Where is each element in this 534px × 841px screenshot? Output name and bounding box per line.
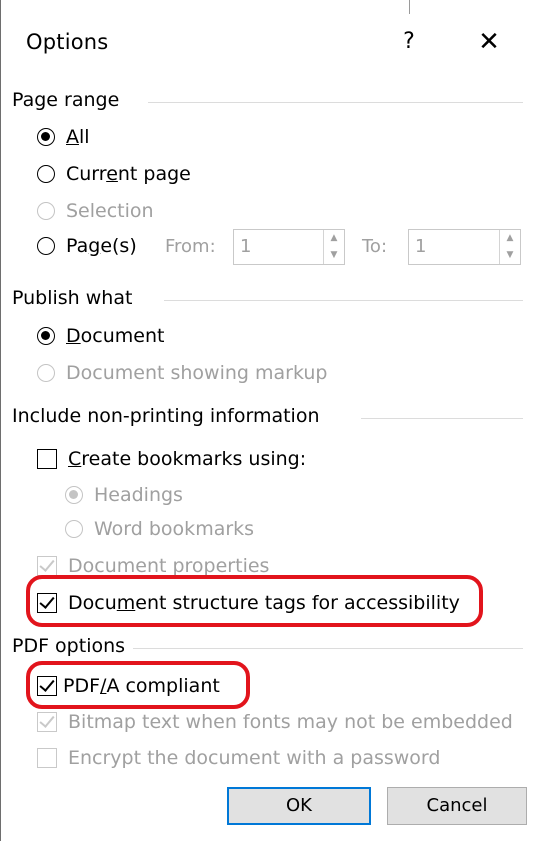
non-printing-divider (361, 418, 523, 419)
radio-document-label: Document (66, 325, 165, 347)
radio-document[interactable]: Document (37, 325, 164, 347)
checkbox-bitmap-text-box[interactable] (37, 712, 57, 732)
radio-document-markup-indicator[interactable] (37, 364, 55, 382)
help-button[interactable]: ? (394, 22, 424, 62)
radio-current-page-label: Current page (66, 163, 191, 185)
from-spinner[interactable]: 1 ▲ ▼ (233, 229, 345, 265)
options-dialog: Options ? ✕ Page range All Current page … (0, 0, 534, 841)
radio-all-label: All (66, 126, 90, 148)
page-range-header: Page range (12, 89, 120, 111)
radio-selection[interactable]: Selection (37, 200, 154, 222)
checkbox-structure-tags-label: Document structure tags for accessibilit… (68, 592, 460, 614)
checkbox-pdfa-label: PDF/A compliant (63, 675, 220, 697)
to-spinner[interactable]: 1 ▲ ▼ (408, 229, 521, 265)
pdf-options-header: PDF options (12, 635, 126, 657)
checkbox-create-bookmarks-label: Create bookmarks using: (68, 448, 307, 470)
radio-document-markup[interactable]: Document showing markup (37, 362, 327, 384)
radio-document-indicator[interactable] (37, 327, 55, 345)
checkbox-encrypt-label: Encrypt the document with a password (68, 747, 441, 769)
pdf-options-divider (133, 648, 523, 649)
to-label: To: (362, 236, 388, 257)
radio-all-indicator[interactable] (37, 128, 55, 146)
publish-what-divider (164, 300, 523, 301)
spin-up-icon[interactable]: ▲ (507, 234, 514, 243)
checkbox-document-properties-label: Document properties (68, 555, 270, 577)
radio-current-page[interactable]: Current page (37, 163, 191, 185)
radio-current-page-indicator[interactable] (37, 165, 55, 183)
checkbox-encrypt[interactable]: Encrypt the document with a password (37, 747, 440, 769)
from-label: From: (165, 236, 216, 257)
to-spinner-arrows[interactable]: ▲ ▼ (499, 230, 520, 264)
radio-pages-indicator[interactable] (37, 237, 55, 255)
checkbox-bitmap-text-label: Bitmap text when fonts may not be embedd… (68, 711, 513, 733)
radio-word-bookmarks[interactable]: Word bookmarks (65, 518, 254, 540)
page-range-divider (148, 102, 523, 103)
spin-down-icon[interactable]: ▼ (331, 251, 338, 260)
radio-headings-label: Headings (94, 484, 183, 506)
radio-selection-label: Selection (66, 200, 154, 222)
radio-headings[interactable]: Headings (65, 484, 183, 506)
from-spinner-arrows[interactable]: ▲ ▼ (323, 230, 344, 264)
checkbox-structure-tags[interactable]: Document structure tags for accessibilit… (37, 592, 460, 614)
to-value: 1 (415, 236, 427, 257)
checkbox-document-properties[interactable]: Document properties (37, 555, 269, 577)
checkbox-encrypt-box[interactable] (37, 748, 57, 768)
checkbox-create-bookmarks-box[interactable] (37, 449, 57, 469)
radio-word-bookmarks-label: Word bookmarks (94, 518, 255, 540)
radio-pages[interactable]: Page(s) (37, 235, 137, 257)
spin-up-icon[interactable]: ▲ (331, 234, 338, 243)
window-edge-line (409, 0, 410, 14)
from-value: 1 (240, 236, 252, 257)
checkbox-pdfa-box[interactable] (37, 676, 57, 696)
radio-selection-indicator[interactable] (37, 202, 55, 220)
radio-document-markup-label: Document showing markup (66, 362, 328, 384)
non-printing-header: Include non-printing information (12, 405, 320, 427)
checkbox-pdfa[interactable]: PDF/A compliant (37, 675, 220, 697)
close-button[interactable]: ✕ (469, 22, 509, 62)
radio-pages-label: Page(s) (66, 235, 137, 257)
publish-what-header: Publish what (12, 287, 133, 309)
radio-word-bookmarks-indicator[interactable] (65, 520, 83, 538)
checkbox-structure-tags-box[interactable] (37, 593, 57, 613)
radio-headings-indicator[interactable] (65, 486, 83, 504)
checkbox-create-bookmarks[interactable]: Create bookmarks using: (37, 448, 306, 470)
dialog-title: Options (26, 30, 109, 54)
cancel-button[interactable]: Cancel (387, 787, 527, 825)
title-bar: Options ? ✕ (1, 0, 534, 90)
checkbox-bitmap-text[interactable]: Bitmap text when fonts may not be embedd… (37, 711, 513, 733)
ok-button[interactable]: OK (227, 787, 371, 825)
radio-all[interactable]: All (37, 126, 90, 148)
spin-down-icon[interactable]: ▼ (507, 251, 514, 260)
checkbox-document-properties-box[interactable] (37, 556, 57, 576)
